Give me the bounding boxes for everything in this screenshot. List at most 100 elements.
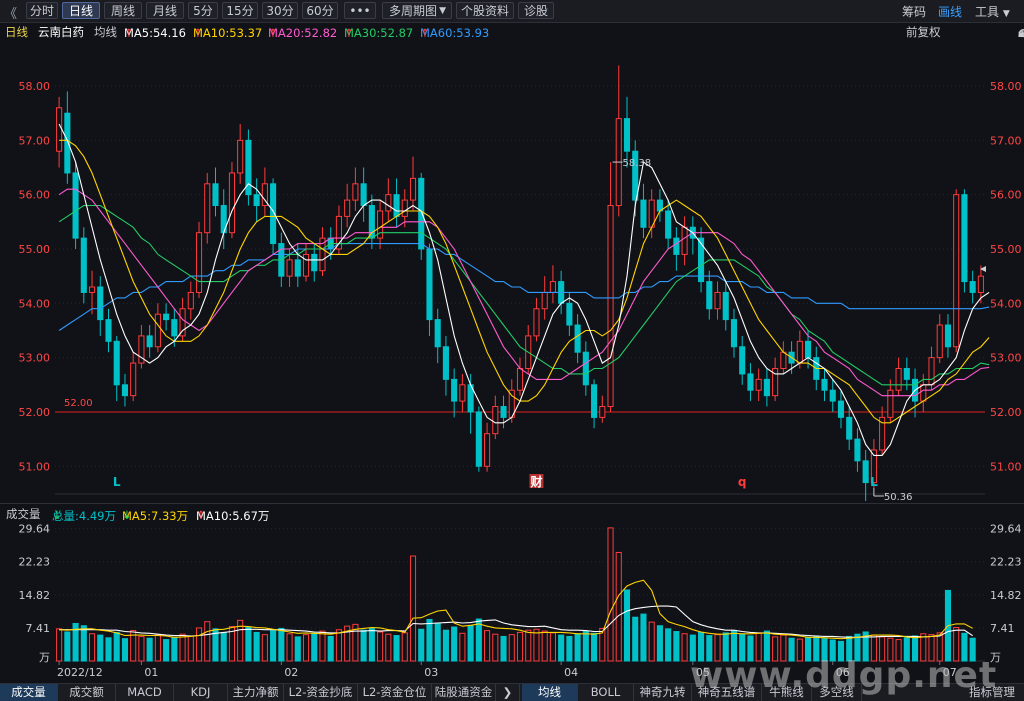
volume-bar <box>401 632 408 662</box>
chips-button[interactable]: 筹码 <box>902 3 926 20</box>
back-icon[interactable]: 《 <box>4 3 17 22</box>
date-label: 03 <box>424 666 438 679</box>
candle-body <box>484 433 491 467</box>
candle-body <box>796 340 803 364</box>
candle-body <box>928 357 935 386</box>
volume-bar <box>245 627 252 662</box>
candle-body <box>665 210 672 239</box>
tab-main-net[interactable]: 主力净额 <box>228 684 284 701</box>
volume-bar <box>261 634 268 662</box>
volume-bar <box>615 551 622 662</box>
volume-bar <box>442 629 449 662</box>
candle-body <box>459 384 466 402</box>
tools-dropdown[interactable]: 工具 ▼ <box>975 3 1010 20</box>
draw-line-button[interactable]: 画线 <box>938 3 962 20</box>
period-tab-15min[interactable]: 15分 <box>222 2 258 19</box>
candle-body <box>780 351 787 369</box>
volume-bar <box>434 622 441 662</box>
volume-bar <box>113 631 120 662</box>
volume-bar <box>475 618 482 662</box>
tab-magic-nine[interactable]: 神奇九转 <box>634 684 692 701</box>
volume-bar <box>56 628 63 662</box>
y-tick-label-right: 55.00 <box>990 243 1022 256</box>
volume-bar <box>673 631 680 662</box>
volume-bar <box>88 633 96 662</box>
period-tab-5min[interactable]: 5分 <box>188 2 218 19</box>
y-tick-label-right: 57.00 <box>990 134 1022 147</box>
period-tab-monthly[interactable]: 月线 <box>146 2 184 19</box>
indicator-info-bar: 日线 云南白药 均线 MA5:54.16 ↑ MA10:53.37 ↑ MA20:5… <box>0 22 1024 40</box>
volume-bar <box>105 637 112 662</box>
candle-body <box>426 248 433 321</box>
volume-bar <box>97 634 104 662</box>
period-tab-60min[interactable]: 60分 <box>302 2 338 19</box>
candle-body <box>681 226 688 255</box>
y-tick-label-left: 53.00 <box>19 352 51 365</box>
adjust-dropdown[interactable]: 前复权 <box>906 24 941 40</box>
candle-body <box>163 313 170 321</box>
volume-bar <box>195 627 203 662</box>
chevron-right-icon[interactable]: ❯ <box>496 684 520 701</box>
volume-bar <box>327 635 334 662</box>
period-tab-daily[interactable]: 日线 <box>62 2 100 19</box>
period-tab-weekly[interactable]: 周线 <box>104 2 142 19</box>
zoom-out-icon[interactable]: ⊖ <box>1018 26 1024 40</box>
candle-body <box>903 367 910 380</box>
tab-l2-bottom[interactable]: L2-资金抄底 <box>284 684 358 701</box>
volume-bar <box>516 631 524 662</box>
candle-body <box>566 302 573 326</box>
diagnose-button[interactable]: 诊股 <box>518 2 554 19</box>
volume-tick-right: 14.82 <box>990 589 1022 602</box>
period-toolbar: 《 分时 日线 周线 月线 5分 15分 30分 60分 ••• 多周期图 ▼ … <box>0 0 1024 23</box>
tab-amount[interactable]: 成交额 <box>58 684 116 701</box>
tab-macd[interactable]: MACD <box>116 684 174 701</box>
candle-body <box>195 232 203 293</box>
date-label: 01 <box>144 666 158 679</box>
candle-body <box>936 324 943 359</box>
candle-body <box>492 406 499 435</box>
ma-label[interactable]: 均线 <box>94 24 117 40</box>
volume-bar <box>451 626 458 662</box>
candle-body <box>755 378 762 391</box>
period-tab-30min[interactable]: 30分 <box>262 2 298 19</box>
candle-body <box>237 139 244 174</box>
candle-body <box>582 351 589 386</box>
candle-body <box>837 400 845 418</box>
candle-body <box>179 308 186 337</box>
volume-bar <box>533 628 540 662</box>
candlestick-chart[interactable]: 58.00 58.00 57.00 57.00 56.00 56.00 55.00 55.00… <box>0 40 1024 503</box>
volume-bar <box>648 621 655 662</box>
candle-body <box>640 199 647 228</box>
candle-body <box>97 286 104 321</box>
support-line-label: 52.00 <box>64 398 93 409</box>
candle-body <box>854 438 861 462</box>
volume-bar <box>80 625 87 662</box>
y-tick-label-left: 56.00 <box>19 189 51 202</box>
tab-northbound[interactable]: 陆股通资金 <box>432 684 496 701</box>
y-tick-label-left: 57.00 <box>19 134 51 147</box>
volume-info-bar: 成交量 总量:4.49万 ↓ MA5:7.33万 ↓ MA10:5.67万 ↑ <box>0 503 1024 523</box>
candle-body <box>961 194 968 283</box>
tab-boll[interactable]: BOLL <box>578 684 634 701</box>
candle-body <box>154 313 161 348</box>
stock-info-button[interactable]: 个股资料 <box>456 2 514 19</box>
volume-bar <box>311 632 318 662</box>
tab-ma[interactable]: 均线 <box>522 684 578 701</box>
y-tick-label-right: 58.00 <box>990 80 1022 93</box>
period-tab-minute[interactable]: 分时 <box>26 2 58 19</box>
candle-body <box>418 177 425 250</box>
tab-volume[interactable]: 成交量 <box>0 684 58 701</box>
tab-kdj[interactable]: KDJ <box>174 684 228 701</box>
low-price-label: 50.36 <box>884 492 913 503</box>
y-tick-label-left: 51.00 <box>19 460 51 473</box>
date-label: 02 <box>284 666 298 679</box>
y-tick-label-left: 55.00 <box>19 243 51 256</box>
more-periods-button[interactable]: ••• <box>344 2 376 19</box>
candle-body <box>747 373 754 391</box>
multi-period-dropdown[interactable]: 多周期图 ▼ <box>382 2 452 19</box>
candle-body <box>311 253 318 272</box>
caret-down-icon: ▼ <box>1002 9 1010 19</box>
tab-l2-position[interactable]: L2-资金仓位 <box>358 684 432 701</box>
volume-bar <box>418 628 425 662</box>
volume-bar <box>302 634 310 662</box>
